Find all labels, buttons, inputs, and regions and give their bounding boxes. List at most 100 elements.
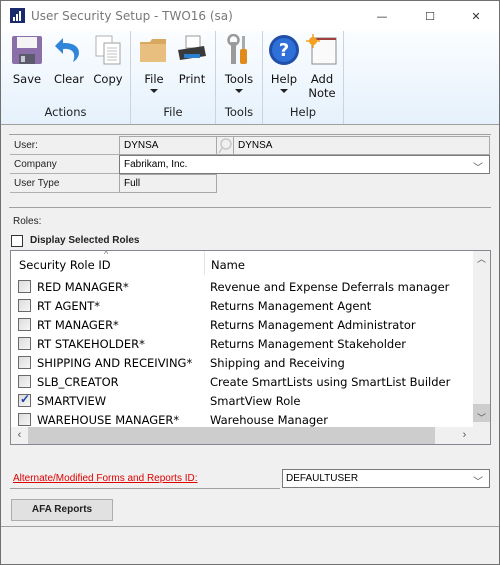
- add-note-button[interactable]: Add Note: [305, 34, 339, 100]
- user-name-field: DYNSA: [233, 136, 490, 155]
- user-id-field[interactable]: DYNSA: [119, 136, 217, 155]
- ribbon-group-label: File: [163, 105, 183, 119]
- roles-grid: ^ Security Role ID Name RED MANAGER* Rev…: [10, 249, 491, 445]
- save-button[interactable]: Save: [9, 34, 45, 86]
- chevron-down-icon: ﹀: [473, 477, 483, 488]
- chevron-down-icon: ﹀: [473, 163, 483, 174]
- help-menu-button[interactable]: ? Help: [268, 34, 300, 93]
- afa-reports-button[interactable]: AFA Reports: [11, 499, 113, 521]
- display-selected-roles-checkbox[interactable]: [11, 235, 23, 247]
- scroll-up-icon[interactable]: ︿: [473, 251, 490, 268]
- scrollbar-corner: [473, 427, 490, 444]
- undo-icon: [53, 34, 85, 66]
- ribbon-group-file: File Print File: [131, 31, 216, 124]
- ribbon-group-help: ? Help Add Note Help: [263, 31, 344, 124]
- role-checkbox[interactable]: [18, 356, 31, 369]
- column-header-security-role-id[interactable]: Security Role ID: [19, 258, 111, 272]
- grid-header: ^ Security Role ID Name: [11, 249, 473, 277]
- role-id: RED MANAGER*: [37, 280, 129, 294]
- clear-button[interactable]: Clear: [51, 34, 87, 86]
- role-id: WAREHOUSE MANAGER*: [37, 413, 180, 427]
- user-security-setup-window: User Security Setup - TWO16 (sa) — ☐ ✕ S…: [0, 0, 500, 565]
- company-select[interactable]: Fabrikam, Inc. ﹀: [119, 155, 490, 174]
- scroll-left-icon[interactable]: ‹: [11, 427, 28, 444]
- chevron-down-icon: [235, 89, 243, 93]
- user-lookup-button[interactable]: [216, 136, 234, 155]
- role-checkbox-checked[interactable]: [18, 392, 31, 407]
- table-row[interactable]: RT AGENT* Returns Management Agent: [11, 296, 473, 315]
- table-row[interactable]: SLB_CREATOR Create SmartLists using Smar…: [11, 372, 473, 391]
- chevron-down-icon: [150, 89, 158, 93]
- role-checkbox[interactable]: [18, 280, 31, 293]
- divider: [1, 526, 499, 527]
- column-header-name[interactable]: Name: [211, 258, 245, 272]
- ribbon-group-actions: Save Clear Copy Actions: [1, 31, 131, 124]
- role-name: Create SmartLists using SmartList Builde…: [210, 375, 451, 389]
- file-menu-button[interactable]: File: [138, 34, 170, 93]
- role-name: Shipping and Receiving: [210, 356, 345, 370]
- role-id: SMARTVIEW: [37, 394, 107, 408]
- note-icon: [306, 34, 338, 66]
- table-row[interactable]: RED MANAGER* Revenue and Expense Deferra…: [11, 277, 473, 296]
- divider: [9, 134, 491, 135]
- role-name: Returns Management Stakeholder: [210, 337, 407, 351]
- printer-icon: [176, 34, 208, 66]
- lookup-icon: [218, 138, 232, 154]
- minimize-button[interactable]: —: [359, 1, 405, 31]
- role-checkbox[interactable]: [18, 337, 31, 350]
- table-row[interactable]: RT MANAGER* Returns Management Administr…: [11, 315, 473, 334]
- role-name: Warehouse Manager: [210, 413, 328, 427]
- role-checkbox[interactable]: [18, 375, 31, 388]
- role-id: SLB_CREATOR: [37, 375, 119, 389]
- maximize-button[interactable]: ☐: [407, 1, 453, 31]
- chevron-down-icon: [280, 89, 288, 93]
- help-icon: ?: [268, 34, 300, 66]
- role-id: RT STAKEHOLDER*: [37, 337, 145, 351]
- horizontal-scrollbar[interactable]: ‹ ›: [11, 427, 473, 444]
- role-name: SmartView Role: [210, 394, 301, 408]
- copy-icon: [92, 34, 124, 66]
- role-id: RT AGENT*: [37, 299, 101, 313]
- role-name: Revenue and Expense Deferrals manager: [210, 280, 450, 294]
- tools-icon: [223, 33, 255, 66]
- tools-menu-button[interactable]: Tools: [223, 33, 255, 93]
- alternate-forms-reports-link[interactable]: Alternate/Modified Forms and Reports ID:: [13, 473, 198, 484]
- roles-label: Roles:: [13, 216, 42, 227]
- table-row[interactable]: SHIPPING AND RECEIVING* Shipping and Rec…: [11, 353, 473, 372]
- divider: [10, 488, 280, 489]
- save-icon: [11, 34, 43, 66]
- table-row[interactable]: SMARTVIEW SmartView Role: [11, 391, 473, 410]
- ribbon-group-tools: Tools Tools: [216, 31, 263, 124]
- scroll-down-icon[interactable]: ﹀: [473, 410, 490, 427]
- close-button[interactable]: ✕: [453, 1, 499, 31]
- ribbon-group-label: Actions: [44, 105, 87, 119]
- role-name: Returns Management Agent: [210, 299, 372, 313]
- svg-text:?: ?: [279, 40, 289, 61]
- role-checkbox[interactable]: [18, 299, 31, 312]
- print-button[interactable]: Print: [176, 34, 208, 86]
- app-logo-icon: [10, 8, 25, 23]
- ribbon-group-label: Help: [289, 105, 317, 119]
- scroll-right-icon[interactable]: ›: [456, 427, 473, 444]
- user-label: User:: [10, 136, 119, 155]
- divider: [9, 207, 491, 208]
- display-selected-roles-label: Display Selected Roles: [30, 235, 140, 246]
- title-bar: User Security Setup - TWO16 (sa) — ☐ ✕: [1, 1, 499, 31]
- ribbon-group-label: Tools: [224, 105, 254, 119]
- folder-icon: [138, 34, 170, 66]
- table-row[interactable]: RT STAKEHOLDER* Returns Management Stake…: [11, 334, 473, 353]
- alternate-forms-reports-select[interactable]: DEFAULTUSER ﹀: [282, 469, 490, 488]
- user-type-label: User Type: [10, 174, 119, 193]
- role-id: RT MANAGER*: [37, 318, 119, 332]
- horizontal-scroll-thumb[interactable]: [28, 427, 435, 444]
- column-divider[interactable]: [204, 251, 205, 275]
- ribbon: Save Clear Copy Actions File Print File …: [1, 31, 499, 125]
- vertical-scrollbar[interactable]: ︿ ﹀: [473, 251, 490, 427]
- company-label: Company: [10, 155, 119, 174]
- role-checkbox[interactable]: [18, 413, 31, 426]
- copy-button[interactable]: Copy: [90, 34, 126, 86]
- window-title: User Security Setup - TWO16 (sa): [31, 9, 233, 23]
- role-checkbox[interactable]: [18, 318, 31, 331]
- role-name: Returns Management Administrator: [210, 318, 416, 332]
- user-type-field: Full: [119, 174, 217, 193]
